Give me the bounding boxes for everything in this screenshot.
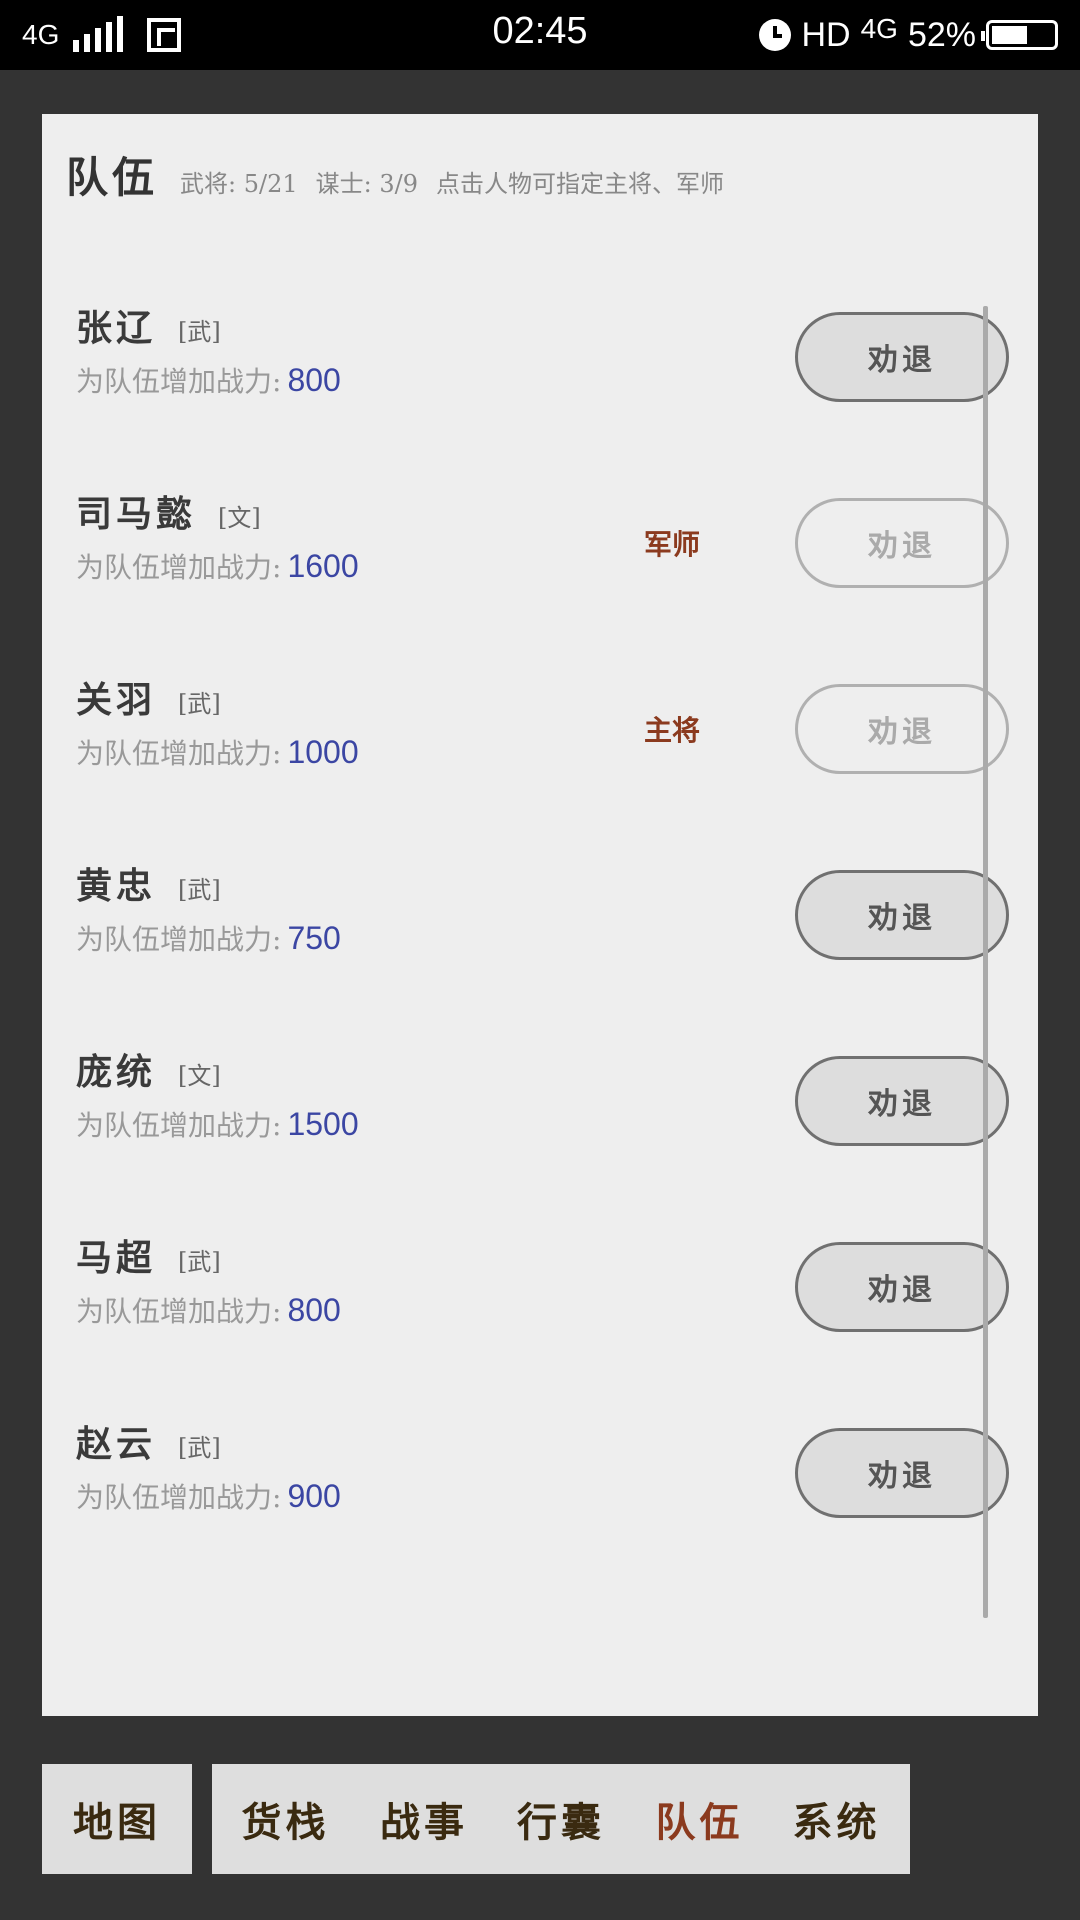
nav-button[interactable]: 行囊	[486, 1764, 636, 1874]
power-value: 800	[287, 1292, 341, 1328]
team-panel: 队伍 武将: 5/21 谋士: 3/9 点击人物可指定主将、军师 为队伍增加战力:2…	[42, 114, 1038, 1716]
roster-row[interactable]: 马超 [武] 为队伍增加战力: 800 劝退	[42, 1190, 1038, 1376]
roster-row[interactable]: 司马懿 [文] 为队伍增加战力: 1600 军师 劝退	[42, 446, 1038, 632]
nav-button[interactable]: 队伍	[626, 1764, 773, 1874]
network-type-right: 4G	[860, 13, 898, 44]
battery-percent: 52%	[907, 15, 976, 54]
battery-icon	[981, 20, 1058, 50]
dismiss-button[interactable]: 劝退	[795, 1428, 1009, 1518]
power-value: 750	[287, 920, 341, 956]
dismiss-button[interactable]: 劝退	[795, 870, 1009, 960]
general-name-line: 关羽 [武]	[76, 671, 221, 723]
power-value: 1000	[287, 734, 359, 770]
roster-row[interactable]: 为队伍增加战力:200劝退	[42, 224, 1038, 260]
power-line: 为队伍增加战力: 1600	[76, 546, 359, 586]
panel-hint: 点击人物可指定主将、军师	[435, 170, 724, 198]
dismiss-button[interactable]: 劝退	[795, 498, 1009, 588]
general-name[interactable]: 马超	[76, 1229, 156, 1281]
power-value: 1600	[287, 548, 359, 584]
power-line: 为队伍增加战力: 1500	[76, 1104, 359, 1144]
power-label: 为队伍增加战力:	[76, 1109, 282, 1142]
nav-button[interactable]: 战事	[349, 1764, 499, 1874]
power-value: 900	[287, 1478, 341, 1514]
general-name-line: 赵云 [武]	[76, 1415, 221, 1467]
power-line: 为队伍增加战力: 800	[76, 1290, 341, 1330]
nav-button[interactable]: 地图	[42, 1764, 192, 1874]
panel-header: 队伍 武将: 5/21 谋士: 3/9 点击人物可指定主将、军师	[66, 144, 724, 204]
panel-info: 武将: 5/21 谋士: 3/9 点击人物可指定主将、军师	[180, 164, 724, 199]
status-right: HD 4G 52%	[759, 12, 1058, 58]
status-bar: 4G 02:45 HD 4G 52%	[0, 0, 1080, 70]
strategists-count: 谋士: 3/9	[315, 170, 418, 198]
power-label: 为队伍增加战力:	[76, 737, 282, 770]
alarm-icon	[759, 19, 792, 51]
general-type: [武]	[178, 1434, 221, 1462]
roster-row[interactable]: 关羽 [武] 为队伍增加战力: 1000 主将 劝退	[42, 632, 1038, 818]
general-type: [文]	[218, 504, 261, 532]
power-line: 为队伍增加战力: 900	[76, 1476, 341, 1516]
nav-button[interactable]: 货栈	[212, 1764, 359, 1874]
power-label: 为队伍增加战力:	[76, 1295, 282, 1328]
power-line: 为队伍增加战力: 750	[76, 918, 341, 958]
general-name[interactable]: 黄忠	[76, 857, 156, 909]
power-label: 为队伍增加战力:	[76, 365, 282, 398]
power-value: 800	[287, 362, 341, 398]
general-type: [文]	[178, 1062, 221, 1090]
general-name-line: 庞统 [文]	[76, 1043, 221, 1095]
hd-indicator: HD	[801, 15, 851, 54]
general-name[interactable]: 司马懿	[76, 485, 196, 537]
dismiss-button[interactable]: 劝退	[795, 1242, 1009, 1332]
generals-count: 武将: 5/21	[180, 170, 298, 198]
roster-row[interactable]: 赵云 [武] 为队伍增加战力: 900 劝退	[42, 1376, 1038, 1562]
dismiss-button[interactable]: 劝退	[795, 312, 1009, 402]
power-line: 为队伍增加战力: 1000	[76, 732, 359, 772]
roster-row[interactable]: 张辽 [武] 为队伍增加战力: 800 劝退	[42, 260, 1038, 446]
panel-title: 队伍	[66, 153, 159, 202]
general-name-line: 黄忠 [武]	[76, 857, 221, 909]
general-name-line: 司马懿 [文]	[76, 485, 261, 537]
general-type: [武]	[178, 318, 221, 346]
general-name[interactable]: 关羽	[76, 671, 156, 723]
bottom-nav: 地图 货栈 战事 行囊 队伍 系统	[42, 1764, 1038, 1874]
roster-row[interactable]: 庞统 [文] 为队伍增加战力: 1500 劝退	[42, 1004, 1038, 1190]
roster-list[interactable]: 为队伍增加战力:200劝退张辽[武]为队伍增加战力:800劝退司马懿[文]为队伍…	[42, 224, 1038, 1716]
roster-row[interactable]: 黄忠 [武] 为队伍增加战力: 750 劝退	[42, 818, 1038, 1004]
general-name-line: 马超 [武]	[76, 1229, 221, 1281]
dismiss-button[interactable]: 劝退	[795, 684, 1009, 774]
power-label: 为队伍增加战力:	[76, 551, 282, 584]
general-name[interactable]: 赵云	[76, 1415, 156, 1467]
power-label: 为队伍增加战力:	[76, 923, 282, 956]
role-tag: 主将	[644, 714, 701, 747]
general-type: [武]	[178, 1248, 221, 1276]
general-name[interactable]: 庞统	[76, 1043, 156, 1095]
role-tag: 军师	[644, 528, 701, 561]
nav-button[interactable]: 系统	[763, 1764, 910, 1874]
general-name-line: 张辽 [武]	[76, 299, 221, 351]
power-label: 为队伍增加战力:	[76, 1481, 282, 1514]
scrollbar[interactable]	[983, 306, 988, 1618]
power-value: 1500	[287, 1106, 359, 1142]
dismiss-button[interactable]: 劝退	[795, 1056, 1009, 1146]
general-type: [武]	[178, 876, 221, 904]
general-type: [武]	[178, 690, 221, 718]
general-name[interactable]: 张辽	[76, 299, 156, 351]
power-line: 为队伍增加战力: 800	[76, 360, 341, 400]
